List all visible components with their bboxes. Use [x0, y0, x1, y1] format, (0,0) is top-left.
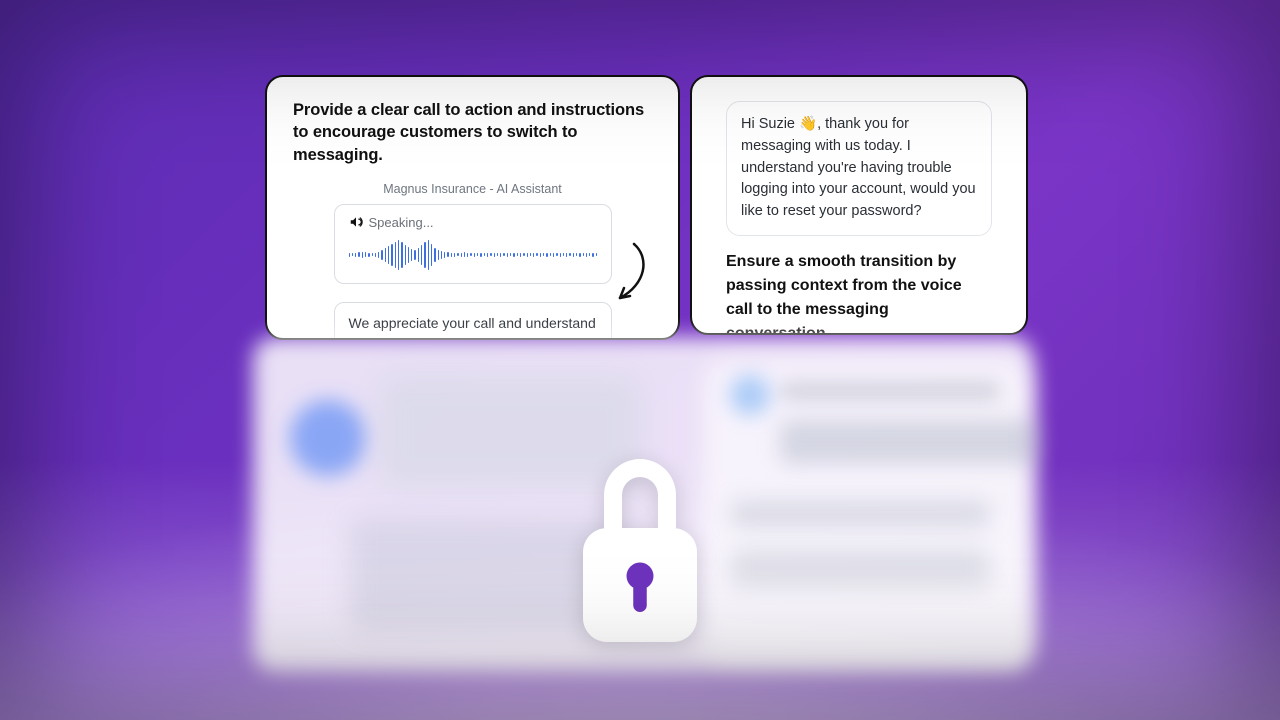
speaking-status-row: Speaking...	[349, 215, 597, 230]
blurred-avatar-small	[730, 375, 770, 415]
lock-icon	[565, 445, 715, 665]
transcript-box: We appreciate your call and understand t…	[334, 302, 612, 340]
blurred-avatar	[290, 400, 366, 476]
left-guidance-card: Provide a clear call to action and instr…	[265, 75, 680, 340]
right-subheadline: Ensure a smooth transition by passing co…	[726, 250, 992, 335]
wave-emoji-icon: 👋	[799, 114, 817, 136]
assistant-label: Magnus Insurance - AI Assistant	[293, 182, 652, 196]
lock-overlay	[560, 440, 720, 670]
audio-waveform	[349, 238, 597, 272]
left-headline: Provide a clear call to action and instr…	[293, 99, 652, 166]
blurred-line	[780, 382, 1000, 400]
chat-text-prefix: Hi Suzie	[741, 116, 799, 132]
speaker-icon	[349, 215, 363, 229]
blurred-line	[780, 420, 1040, 464]
speaking-label: Speaking...	[369, 215, 434, 230]
voice-assistant-box: Speaking...	[334, 204, 612, 284]
blurred-line	[730, 500, 990, 528]
blurred-line	[730, 548, 990, 588]
promo-graphic-stage: Provide a clear call to action and instr…	[0, 0, 1280, 720]
right-guidance-card: Hi Suzie 👋, thank you for messaging with…	[690, 75, 1028, 335]
agent-chat-bubble: Hi Suzie 👋, thank you for messaging with…	[726, 101, 992, 236]
